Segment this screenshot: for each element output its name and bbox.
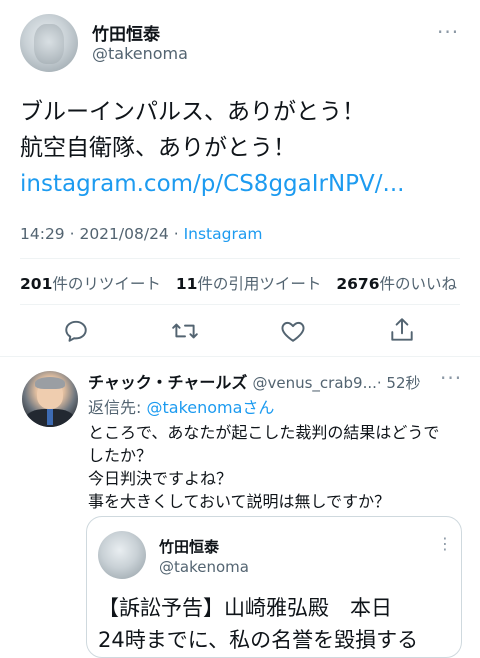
reply-text-line: ところで、あなたが起こした裁判の結果はどうで [88, 423, 440, 442]
tweet-source[interactable]: Instagram [184, 225, 263, 243]
retweets-stat[interactable]: 201件のリツイート [20, 275, 161, 293]
tweet-text-line: 航空自衛隊、ありがとう！ [20, 135, 296, 161]
reply-text-line: したか？ [88, 446, 153, 465]
quotes-label: 件の引用ツイート [197, 275, 322, 293]
quote-author-handle: @takenoma [159, 558, 249, 576]
quote-more-options-icon[interactable]: ⋮ [437, 534, 454, 553]
reply-text-line: 事を大きくしておいて説明は無しですか？ [88, 492, 391, 511]
share-icon[interactable] [389, 316, 415, 344]
likes-stat[interactable]: 2676件のいいね [336, 275, 457, 293]
quote-author-name: 竹田恒泰 [159, 538, 220, 556]
reply-text: ところで、あなたが起こした裁判の結果はどうで したか？ 今日判決ですよね？ 事を… [88, 421, 439, 513]
author-handle[interactable]: @takenoma [92, 44, 188, 63]
quote-text-line: 【訴訟予告】山崎雅弘殿 本日 [98, 596, 392, 620]
tweet-link[interactable]: instagram.com/p/CS8ggaIrNPV/... [20, 166, 404, 202]
replying-to: 返信先: @takenomaさん [88, 394, 274, 418]
reply-text-line: 今日判決ですよね？ [88, 469, 233, 488]
likes-count: 2676 [336, 275, 380, 293]
likes-label: 件のいいね [379, 275, 457, 293]
tweet-text: ブルーインパルス、ありがとう！ 航空自衛隊、ありがとう！ instagram.c… [20, 94, 404, 202]
meta-separator: · [64, 225, 80, 243]
divider [20, 304, 460, 305]
reply-time[interactable]: · 52秒 [377, 374, 421, 392]
quote-text: 【訴訟予告】山崎雅弘殿 本日 24時までに、私の名誉を毀損する [98, 592, 418, 656]
reply-avatar[interactable] [22, 371, 78, 427]
reply-author-name[interactable]: チャック・チャールズ [88, 373, 247, 392]
quotes-count: 11 [175, 275, 198, 293]
retweets-count: 201 [20, 275, 53, 293]
retweets-label: 件のリツイート [52, 275, 161, 293]
retweet-icon[interactable] [171, 318, 199, 344]
author-avatar[interactable] [20, 14, 78, 72]
reply-more-options-icon[interactable]: ··· [440, 366, 462, 390]
divider [0, 356, 480, 357]
replying-to-handle[interactable]: @takenoma [146, 398, 242, 417]
reply-author-handle[interactable]: @venus_crab9... [252, 374, 376, 392]
tweet-time[interactable]: 14:29 [20, 225, 65, 243]
reply-header: チャック・チャールズ @venus_crab9...· 52秒 [88, 369, 421, 393]
tweet-stats: 201件のリツイート 11件の引用ツイート 2676件のいいね [20, 272, 457, 294]
quotes-stat[interactable]: 11件の引用ツイート [176, 275, 322, 293]
quote-avatar [98, 531, 146, 579]
divider [20, 258, 460, 259]
replying-prefix: 返信先: [88, 398, 147, 417]
more-options-icon[interactable]: ··· [437, 20, 459, 44]
reply-icon[interactable] [63, 318, 89, 344]
meta-separator: · [168, 225, 184, 243]
quote-text-line: 24時までに、私の名誉を毀損する [98, 628, 419, 652]
tweet-meta: 14:29 · 2021/08/24 · Instagram [20, 225, 262, 243]
tweet-text-line: ブルーインパルス、ありがとう！ [20, 99, 365, 125]
like-icon[interactable] [280, 319, 306, 343]
replying-suffix: さん [242, 398, 275, 417]
tweet-date[interactable]: 2021/08/24 [79, 225, 168, 243]
author-name[interactable]: 竹田恒泰 [92, 20, 160, 45]
